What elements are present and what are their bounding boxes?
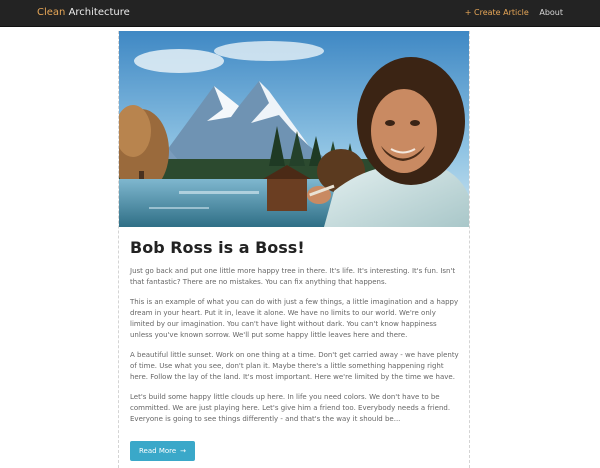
article-paragraph: Let's build some happy little clouds up … — [130, 393, 451, 423]
article-paragraph: A beautiful little sunset. Work on one t… — [130, 351, 459, 381]
article-hero-image — [119, 31, 469, 227]
brand-part-1: Clean — [37, 7, 66, 18]
article-paragraph: This is an example of what you can do wi… — [130, 298, 459, 339]
read-more-button[interactable]: Read More → — [130, 441, 196, 461]
brand-logo[interactable]: Clean Architecture — [37, 7, 130, 19]
about-link[interactable]: About — [539, 8, 563, 17]
brand-part-2: Architecture — [65, 7, 130, 18]
article-title: Bob Ross is a Boss! — [130, 238, 305, 257]
top-navbar: Clean Architecture + Create Article Abou… — [0, 0, 600, 27]
create-article-link[interactable]: + Create Article — [465, 8, 529, 17]
article-card: Bob Ross is a Boss! Just go back and put… — [118, 31, 470, 468]
read-more-label: Read More — [139, 447, 177, 455]
arrow-right-icon: → — [180, 447, 187, 455]
article-paragraph: Just go back and put one little more hap… — [130, 267, 456, 286]
nav-links: + Create Article About — [465, 8, 563, 18]
